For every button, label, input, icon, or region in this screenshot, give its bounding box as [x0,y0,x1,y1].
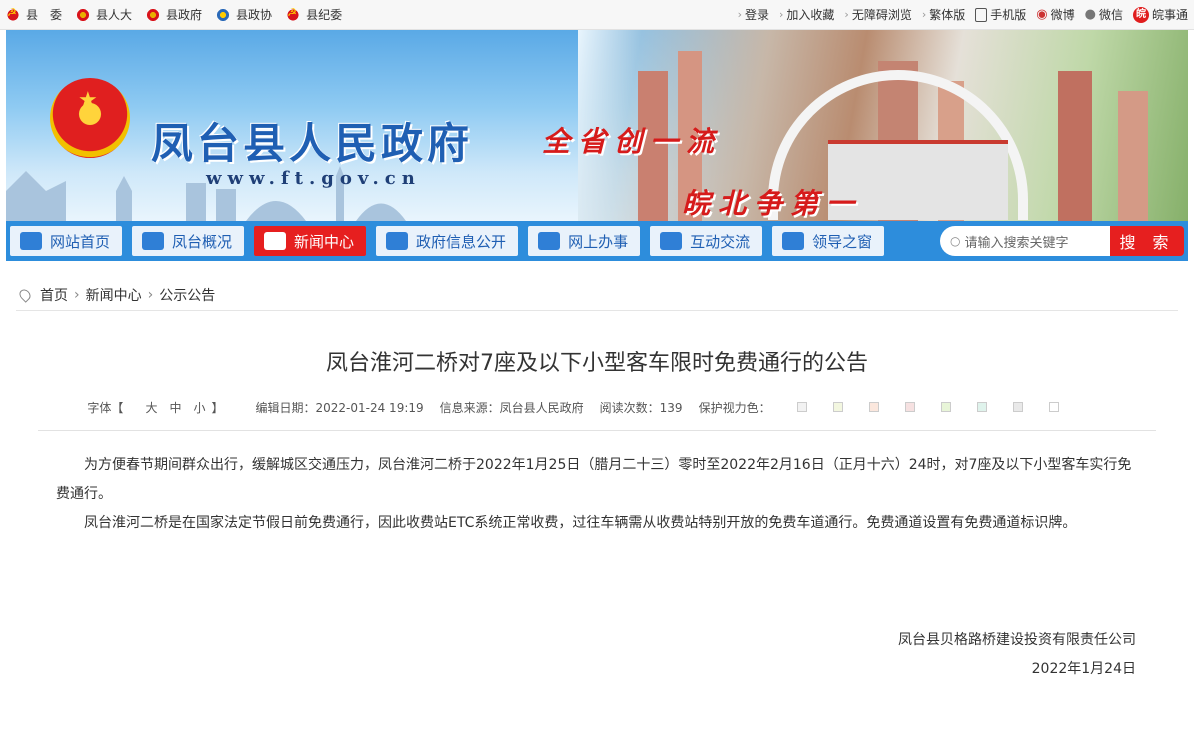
leader-icon [782,232,805,250]
eye-color-swatch[interactable] [940,402,951,412]
chevron-right-icon: › [737,8,742,21]
eye-color-swatch[interactable] [904,402,915,412]
wechat-icon: ● [1084,7,1096,22]
nav-interaction[interactable]: 互动交流 [650,226,763,256]
eye-color-swatch[interactable] [868,402,879,412]
chevron-right-icon: › [74,286,80,303]
login-link[interactable]: › 登录 [738,6,769,23]
weibo-icon: ◉ [1036,7,1048,22]
info-source: 信息来源：凤台县人民政府 [439,401,584,415]
party-flag-icon [6,6,20,22]
mobile-phone-icon [975,7,988,22]
nav-home[interactable]: 网站首页 [10,226,123,256]
article-signature: 凤台县贝格路桥建设投资有限责任公司 2022年1月24日 [0,626,1136,684]
nav-overview[interactable]: 凤台概况 [132,226,245,256]
top-right-links: › 登录 › 加入收藏 › 无障碍浏览 › 繁体版 手机版 ◉ 微博 ● 微信 皖皖事通 [728,6,1188,23]
eye-protection-colors: 保护视力色： [699,399,1091,416]
wechat-link[interactable]: ● 微信 [1085,6,1123,23]
link-county-discipline[interactable]: 县纪委 [286,6,342,23]
edit-date: 编辑日期：2022-01-24 19:19 [255,401,424,415]
eye-color-swatch[interactable] [832,402,843,412]
eye-color-swatch[interactable] [976,402,987,412]
top-left-links: 县 委 县人大 县政府 县政协 县纪委 [6,6,356,23]
article-paragraph: 凤台淮河二桥是在国家法定节假日前免费通行，因此收费站ETC系统正常收费，过往车辆… [84,515,1077,531]
breadcrumb: 首页 › 新闻中心 › 公示公告 [16,279,1178,311]
font-medium-button[interactable]: 中 [169,401,181,415]
slogan-second: 皖北争第一 [682,187,863,220]
wanshitong-icon: 皖 [1132,6,1149,23]
nav-news-center[interactable]: 新闻中心 [254,226,367,256]
breadcrumb-announcements[interactable]: 公示公告 [159,285,215,305]
home-icon [20,232,42,250]
search-button[interactable]: 搜 索 [1110,226,1184,256]
font-large-button[interactable]: 大 [145,401,157,415]
article-title: 凤台淮河二桥对7座及以下小型客车限时免费通行的公告 [326,351,868,376]
article-paragraph: 为方便春节期间群众出行，缓解城区交通压力，凤台淮河二桥于2022年1月25日（腊… [56,457,1132,502]
chevron-right-icon: › [778,8,784,21]
breadcrumb-news-center[interactable]: 新闻中心 [86,285,142,305]
eye-color-swatch[interactable] [796,402,807,412]
location-pin-icon [17,286,33,303]
site-banner: 凤台县人民政府 www.ft.gov.cn 全省创一流 皖北争第一 [6,30,1188,221]
eye-color-swatch[interactable] [1012,402,1023,412]
signature-date: 2022年1月24日 [1031,661,1136,677]
site-url: www.ft.gov.cn [206,168,421,189]
chevron-right-icon: › [921,8,927,21]
accessibility-link[interactable]: › 无障碍浏览 [844,6,911,23]
national-emblem-icon [146,7,161,22]
search-box: ○ 请输入搜索关键字 搜 索 [940,226,1184,256]
divider [38,430,1156,431]
link-county-government[interactable]: 县政府 [146,6,202,23]
site-name: 凤台县人民政府 [151,119,474,168]
search-icon: ○ [950,234,961,248]
signature-organization: 凤台县贝格路桥建设投资有限责任公司 [898,632,1136,648]
national-emblem [50,78,130,158]
people-icon [660,232,683,250]
traditional-chinese-link[interactable]: › 繁体版 [922,6,965,23]
add-favorite-link[interactable]: › 加入收藏 [779,6,834,23]
article-meta: 字体【大中小】 编辑日期：2022-01-24 19:19 信息来源：凤台县人民… [0,399,1194,416]
info-icon [386,232,409,250]
chevron-right-icon: › [844,8,849,21]
nav-online-services[interactable]: 网上办事 [528,226,641,256]
main-nav: 网站首页 凤台概况 新闻中心 政府信息公开 网上办事 互动交流 领导之窗 ○ 请输… [6,221,1188,261]
building-icon [142,232,165,250]
party-flag-icon [286,6,301,22]
top-utility-bar: 县 委 县人大 县政府 县政协 县纪委 ›登录 ›加入收藏 ›无障碍浏览 ›繁体… [0,0,1194,30]
nav-info-disclosure[interactable]: 政府信息公开 [376,226,519,256]
cppcc-icon [216,7,231,22]
slogan-first: 全省创一流 [542,125,723,158]
font-small-button[interactable]: 小 [193,401,205,415]
wanshitong-link[interactable]: 皖皖事通 [1132,6,1188,23]
search-input[interactable]: ○ 请输入搜索关键字 [940,226,1110,256]
computer-icon [538,232,561,250]
weibo-link[interactable]: ◉ 微博 [1036,6,1074,23]
link-county-peoples-congress[interactable]: 县人大 [76,6,132,23]
chevron-right-icon: › [147,286,154,303]
breadcrumb-home[interactable]: 首页 [40,285,68,305]
link-county-committee[interactable]: 县 委 [6,6,62,23]
nav-leaders[interactable]: 领导之窗 [772,226,885,256]
national-emblem-icon [76,7,91,22]
font-size-control: 字体【大中小】 [87,401,224,415]
article-content: 为方便春节期间群众出行，缓解城区交通压力，凤台淮河二桥于2022年1月25日（腊… [56,451,1136,538]
eye-color-swatch[interactable] [1048,402,1059,412]
view-count: 阅读次数：139 [599,401,683,415]
link-county-cppcc[interactable]: 县政协 [216,6,272,23]
news-icon [264,232,287,250]
mobile-version-link[interactable]: 手机版 [975,6,1026,23]
